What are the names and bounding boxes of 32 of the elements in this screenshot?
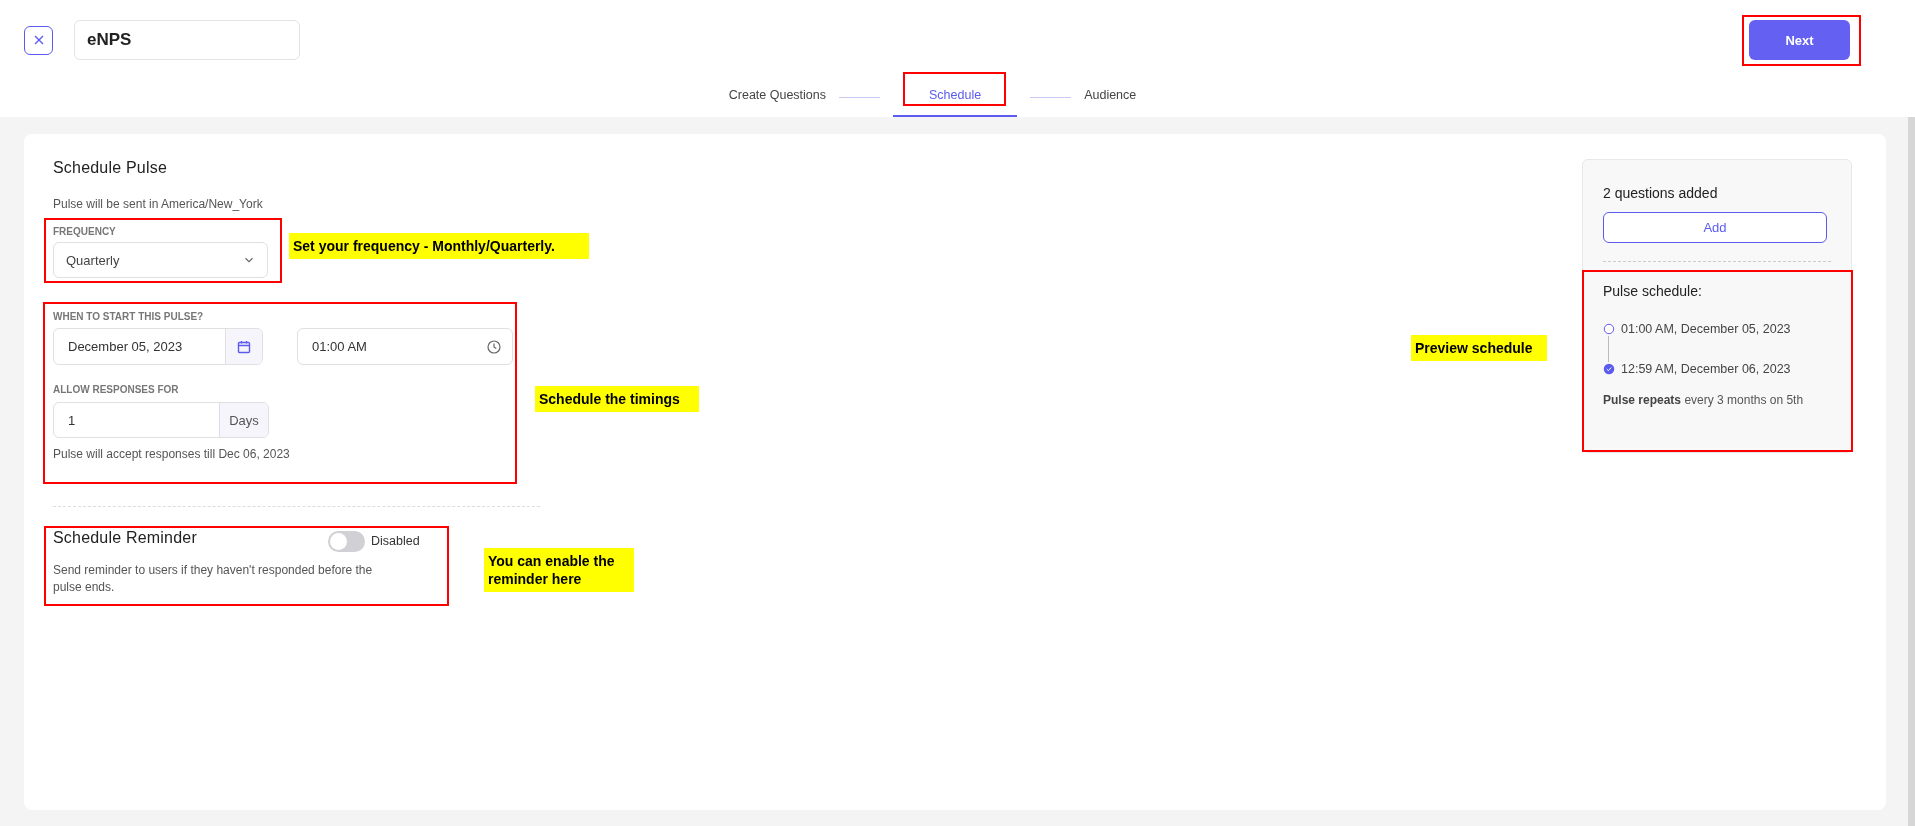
- field-label: ALLOW RESPONSES FOR: [53, 384, 179, 395]
- title-field[interactable]: eNPS: [74, 20, 300, 60]
- step-tab[interactable]: Audience: [1084, 60, 1137, 117]
- field-label: FREQUENCY: [53, 226, 116, 237]
- timezone-note: Pulse will be sent in America/New_York: [53, 197, 263, 211]
- response-note: Pulse will accept responses till Dec 06, 2023: [53, 447, 290, 461]
- add-button[interactable]: Add: [1603, 212, 1827, 243]
- callout-label: Set your frequency - Monthly/Quarterly.: [289, 233, 589, 259]
- toggle-label: Disabled: [371, 533, 420, 548]
- next-button[interactable]: Next: [1749, 20, 1850, 60]
- field-label: WHEN TO START THIS PULSE?: [53, 311, 204, 322]
- section-title: Schedule Pulse: [53, 159, 167, 177]
- schedule-date: 12:59 AM, December 06, 2023: [1621, 362, 1791, 376]
- callout-label: You can enable the reminder here: [484, 548, 634, 592]
- time-field[interactable]: 01:00 AM: [297, 328, 513, 365]
- callout-label: Schedule the timings: [535, 386, 699, 412]
- duration-field[interactable]: 1 Days: [53, 402, 269, 438]
- calendar-icon: [236, 338, 252, 355]
- repeat-note: Pulse repeats every 3 months on 5th: [1603, 393, 1805, 407]
- reminder-description: Send reminder to users if they haven't responded before the pulse ends.: [53, 562, 374, 596]
- date-field[interactable]: December 05, 2023: [53, 328, 263, 365]
- section-title: Schedule Reminder: [53, 529, 198, 547]
- questions-count: 2 questions added: [1603, 185, 1719, 201]
- schedule-date: 01:00 AM, December 05, 2023: [1621, 322, 1791, 336]
- frequency-dropdown[interactable]: Quarterly: [53, 242, 268, 278]
- callout-label: Preview schedule: [1411, 335, 1547, 361]
- close-button[interactable]: [24, 25, 53, 55]
- schedule-title: Pulse schedule:: [1603, 283, 1703, 299]
- scrollbar[interactable]: [1908, 117, 1915, 826]
- clock-icon: [486, 338, 502, 355]
- reminder-toggle[interactable]: [328, 531, 365, 552]
- step-tab[interactable]: Create Questions: [728, 60, 826, 117]
